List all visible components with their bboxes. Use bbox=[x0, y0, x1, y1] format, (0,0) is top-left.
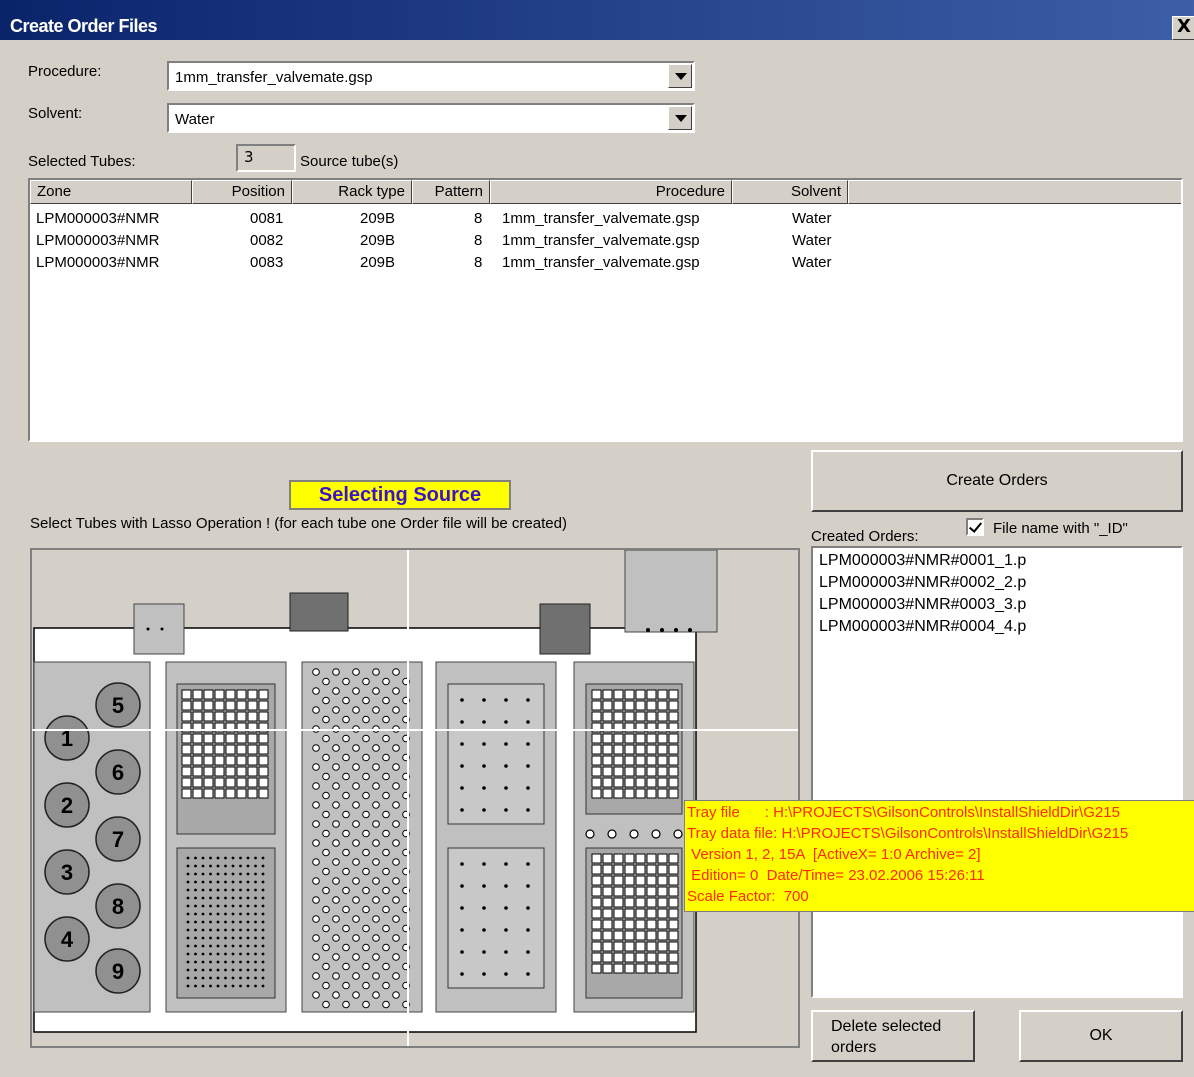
tube-label-5: 5 bbox=[112, 693, 124, 718]
cell-position: 0081 bbox=[250, 210, 284, 227]
selected-tubes-label: Selected Tubes: bbox=[28, 153, 136, 170]
tray-info-tooltip: Tray file : H:\PROJECTS\GilsonControls\I… bbox=[684, 800, 1194, 912]
tube-label-7: 7 bbox=[112, 827, 124, 852]
tooltip-line: Tray data file: H:\PROJECTS\GilsonContro… bbox=[687, 825, 1129, 842]
tooltip-line: Scale Factor: 700 bbox=[687, 888, 809, 905]
cell-pattern: 8 bbox=[474, 210, 483, 227]
chevron-down-icon[interactable] bbox=[668, 64, 692, 88]
column-header-pattern[interactable]: Pattern bbox=[412, 180, 490, 204]
cell-procedure: 1mm_transfer_valvemate.gsp bbox=[502, 232, 700, 249]
file-name-id-checkbox[interactable] bbox=[966, 518, 984, 536]
tooltip-line: Tray file : H:\PROJECTS\GilsonControls\I… bbox=[687, 804, 1120, 821]
list-item[interactable]: LPM000003#NMR#0001_1.p bbox=[819, 552, 1026, 570]
file-name-id-label: File name with "_ID" bbox=[993, 520, 1128, 537]
cell-solvent: Water bbox=[792, 254, 832, 271]
column-header-procedure[interactable]: Procedure bbox=[490, 180, 732, 204]
solvent-dropdown[interactable]: Water bbox=[167, 103, 695, 133]
tray-drawing[interactable]: 1 2 3 4 5 6 7 8 9 bbox=[32, 550, 798, 1046]
ok-button[interactable]: OK bbox=[1019, 1010, 1183, 1062]
tooltip-line: Edition= 0 Date/Time= 23.02.2006 15:26:1… bbox=[687, 867, 985, 884]
cell-pattern: 8 bbox=[474, 232, 483, 249]
tubes-table[interactable]: Zone Position Rack type Pattern Procedur… bbox=[28, 178, 1183, 442]
tube-label-8: 8 bbox=[112, 894, 124, 919]
cell-zone: LPM000003#NMR bbox=[36, 254, 160, 271]
cell-rack-type: 209B bbox=[360, 210, 396, 227]
cell-position: 0082 bbox=[250, 232, 284, 249]
created-orders-label: Created Orders: bbox=[811, 528, 919, 545]
tube-label-4: 4 bbox=[61, 927, 74, 952]
tooltip-line: Version 1, 2, 15A [ActiveX= 1:0 Archive=… bbox=[687, 846, 981, 863]
window-title: Create Order Files bbox=[10, 16, 158, 36]
cell-rack-type: 209B bbox=[360, 254, 396, 271]
column-header-rack-type[interactable]: Rack type bbox=[292, 180, 412, 204]
table-row[interactable]: LPM000003#NMR 0082 209B 8 1mm_transfer_v… bbox=[30, 230, 870, 252]
cell-pattern: 8 bbox=[474, 254, 483, 271]
list-item[interactable]: LPM000003#NMR#0002_2.p bbox=[819, 574, 1026, 592]
delete-selected-orders-button[interactable]: Delete selected orders bbox=[811, 1010, 975, 1062]
title-bar bbox=[0, 0, 1194, 40]
column-header-solvent[interactable]: Solvent bbox=[732, 180, 848, 204]
source-tubes-suffix: Source tube(s) bbox=[300, 153, 399, 170]
procedure-label: Procedure: bbox=[28, 63, 102, 80]
solvent-label: Solvent: bbox=[28, 105, 83, 122]
cell-procedure: 1mm_transfer_valvemate.gsp bbox=[502, 254, 700, 271]
cell-procedure: 1mm_transfer_valvemate.gsp bbox=[502, 210, 700, 227]
column-header-zone[interactable]: Zone bbox=[30, 180, 192, 204]
cell-solvent: Water bbox=[792, 232, 832, 249]
table-row[interactable]: LPM000003#NMR 0081 209B 8 1mm_transfer_v… bbox=[30, 208, 870, 230]
cell-zone: LPM000003#NMR bbox=[36, 232, 160, 249]
tube-label-3: 3 bbox=[61, 860, 73, 885]
status-banner: Selecting Source bbox=[289, 480, 511, 510]
table-row[interactable]: LPM000003#NMR 0083 209B 8 1mm_transfer_v… bbox=[30, 252, 870, 274]
close-button[interactable]: X bbox=[1172, 16, 1194, 40]
cell-solvent: Water bbox=[792, 210, 832, 227]
cell-rack-type: 209B bbox=[360, 232, 396, 249]
selected-tubes-count: 3 bbox=[236, 144, 296, 172]
tray-canvas[interactable]: 1 2 3 4 5 6 7 8 9 bbox=[30, 548, 800, 1048]
cell-position: 0083 bbox=[250, 254, 284, 271]
procedure-value: 1mm_transfer_valvemate.gsp bbox=[175, 69, 373, 86]
tube-label-2: 2 bbox=[61, 793, 73, 818]
create-orders-button[interactable]: Create Orders bbox=[811, 450, 1183, 512]
list-item[interactable]: LPM000003#NMR#0004_4.p bbox=[819, 618, 1026, 636]
chevron-down-icon[interactable] bbox=[668, 106, 692, 130]
procedure-dropdown[interactable]: 1mm_transfer_valvemate.gsp bbox=[167, 61, 695, 91]
list-item[interactable]: LPM000003#NMR#0003_3.p bbox=[819, 596, 1026, 614]
column-header-position[interactable]: Position bbox=[192, 180, 292, 204]
cell-zone: LPM000003#NMR bbox=[36, 210, 160, 227]
column-header-filler bbox=[848, 180, 1181, 204]
lasso-instruction: Select Tubes with Lasso Operation ! (for… bbox=[30, 515, 567, 532]
created-orders-list[interactable]: LPM000003#NMR#0001_1.p LPM000003#NMR#000… bbox=[811, 546, 1183, 998]
tube-label-6: 6 bbox=[112, 760, 124, 785]
solvent-value: Water bbox=[175, 111, 215, 128]
tube-label-9: 9 bbox=[112, 959, 124, 984]
